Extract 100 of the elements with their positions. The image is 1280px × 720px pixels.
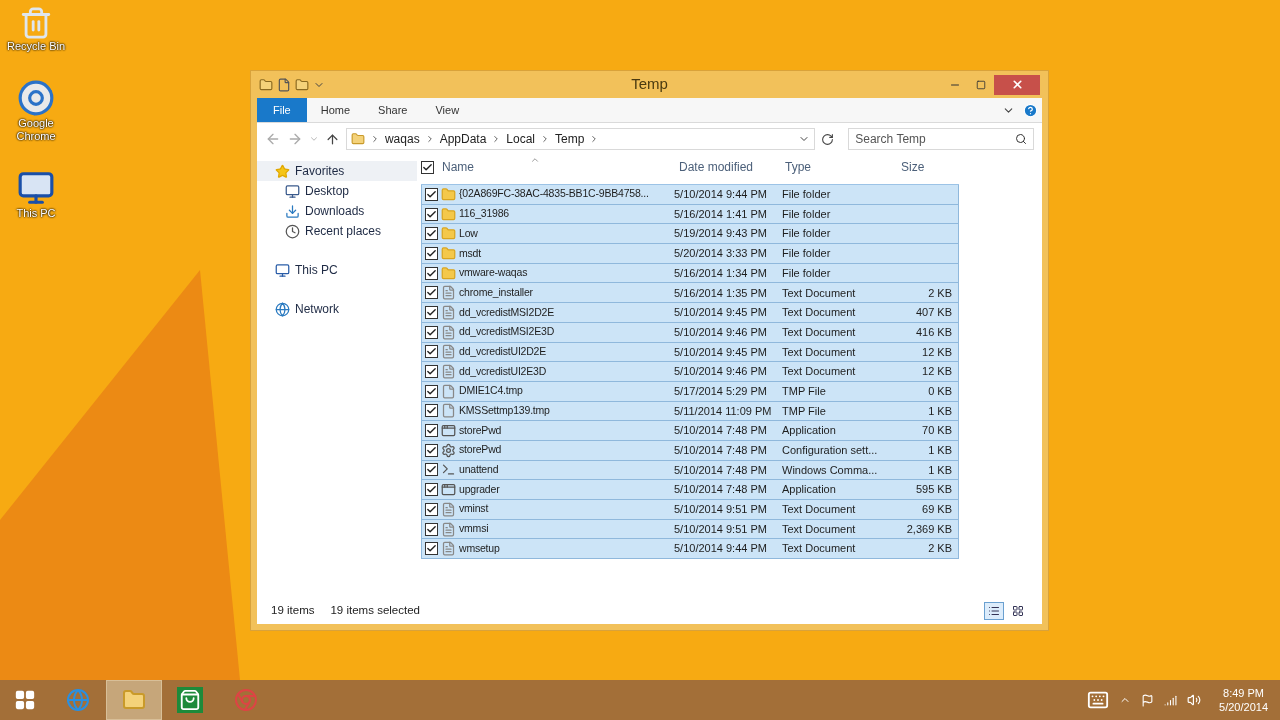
date-cell-text: 5/10/2014 7:48 PM (674, 482, 768, 498)
type-cell-text: Application (782, 482, 837, 498)
checkbox[interactable] (425, 305, 438, 319)
clock-icon (285, 223, 300, 239)
details-view-button[interactable] (984, 602, 1004, 620)
folder-icon[interactable] (259, 77, 273, 92)
windows-logo-icon (14, 689, 36, 711)
checkbox[interactable] (425, 227, 438, 241)
type-cell-text: Text Document (782, 502, 857, 518)
clock-time[interactable]: 8:49 PM (1223, 686, 1264, 700)
file-row[interactable]: msdt 5/20/2014 3:33 PM File folder (421, 244, 959, 264)
file-row[interactable]: vminst 5/10/2014 9:51 PM Text Document 69 KB (421, 500, 959, 520)
file-row[interactable]: DMIE1C4.tmp 5/17/2014 5:29 PM TMP File 0 KB (421, 381, 959, 402)
date-cell-text: 5/10/2014 7:48 PM (674, 443, 768, 459)
folder-icon (441, 206, 456, 222)
up-icon[interactable] (324, 131, 340, 147)
file-row[interactable]: {02A869FC-38AC-4835-BB1C-9BB4758... 5/10/2014 9:44 PM File folder (421, 185, 959, 205)
file-row[interactable]: KMSSettmp139.tmp 5/11/2014 11:09 PM TMP File 1 KB (421, 401, 959, 422)
breadcrumb[interactable]: Local (506, 130, 535, 148)
file-row[interactable]: storePwd 5/10/2014 7:48 PM Application 70 KB (421, 421, 959, 441)
nav-item[interactable]: Network (257, 299, 417, 319)
close-button[interactable] (994, 74, 1040, 95)
checkbox[interactable] (425, 246, 438, 260)
checkbox[interactable] (425, 424, 438, 438)
file-name: vmware-waqas (459, 265, 528, 281)
ribbon-tab[interactable]: File (257, 98, 307, 122)
file-name: dd_vcredistMSI2D2E (459, 304, 555, 320)
search-field[interactable]: Search Temp (848, 128, 1034, 150)
network-icon[interactable] (1164, 693, 1178, 707)
date-cell-text: 5/16/2014 1:35 PM (674, 285, 768, 301)
type-cell-text: TMP File (782, 403, 827, 419)
type-cell-text: Text Document (782, 324, 857, 340)
size-cell-text: 12 KB (921, 344, 952, 360)
text-file-icon (441, 364, 456, 380)
refresh-icon[interactable] (821, 132, 835, 146)
checkbox[interactable] (425, 542, 438, 556)
breadcrumb[interactable]: Temp (555, 130, 585, 148)
type-cell-text: File folder (782, 226, 832, 242)
file-row[interactable]: 116_31986 5/16/2014 1:41 PM File folder (421, 204, 959, 225)
help-icon[interactable] (1023, 102, 1038, 118)
file-row[interactable]: unattend 5/10/2014 7:48 PM Windows Comma... 1 KB (421, 460, 959, 481)
nav-item[interactable]: Favorites (257, 161, 417, 181)
file-row[interactable]: dd_vcredistMSI2E3D 5/10/2014 9:46 PM Text Document 416 KB (421, 322, 959, 343)
ribbon-tab[interactable]: View (421, 98, 474, 122)
column-header[interactable]: Size (895, 155, 955, 179)
file-row[interactable]: upgrader 5/10/2014 7:48 PM Application 595 KB (421, 480, 959, 500)
date-cell-text: 5/10/2014 9:51 PM (674, 502, 768, 518)
flag-icon[interactable] (1141, 693, 1155, 707)
column-header[interactable]: Name (434, 155, 673, 179)
checkbox[interactable] (425, 325, 438, 339)
address-bar[interactable]: waqas AppData Local Temp (345, 128, 816, 150)
text-file-icon (441, 344, 456, 360)
clock-date[interactable]: 5/20/2014 (1219, 700, 1268, 714)
checkbox[interactable] (425, 502, 438, 516)
file-row[interactable]: dd_vcredistUI2D2E 5/10/2014 9:45 PM Text Document 12 KB (421, 342, 959, 363)
size-cell-text: 0 KB (927, 383, 952, 399)
checkbox[interactable] (425, 443, 438, 457)
checkbox[interactable] (425, 522, 438, 536)
checkbox[interactable] (425, 463, 438, 477)
file-row[interactable]: dd_vcredistUI2E3D 5/10/2014 9:46 PM Text Document 12 KB (421, 362, 959, 382)
file-name: unattend (459, 462, 499, 478)
search-input[interactable]: Search Temp (855, 130, 1015, 148)
nav-item[interactable]: Downloads (257, 201, 417, 221)
file-row[interactable]: chrome_installer 5/16/2014 1:35 PM Text Document 2 KB (421, 283, 959, 304)
checkbox[interactable] (425, 483, 438, 497)
file-row[interactable]: dd_vcredistMSI2D2E 5/10/2014 9:45 PM Text Document 407 KB (421, 303, 959, 323)
breadcrumb[interactable]: AppData (439, 130, 487, 148)
file-row[interactable]: vmmsi 5/10/2014 9:51 PM Text Document 2,369 KB (421, 519, 959, 540)
checkbox[interactable] (425, 266, 438, 280)
gear-icon (441, 442, 456, 458)
checkbox[interactable] (425, 286, 438, 300)
checkbox[interactable] (425, 404, 438, 418)
keyboard-icon[interactable] (1087, 689, 1110, 711)
nav-item[interactable]: Desktop (257, 181, 417, 201)
checkbox[interactable] (425, 345, 438, 359)
breadcrumb[interactable]: waqas (384, 130, 420, 148)
ribbon-tab[interactable]: Home (306, 98, 365, 122)
nav-item[interactable]: This PC (257, 260, 417, 280)
type-cell-text: TMP File (782, 383, 827, 399)
file-row[interactable]: Low 5/19/2014 9:43 PM File folder (421, 224, 959, 245)
file-row[interactable]: wmsetup 5/10/2014 9:44 PM Text Document 2 KB (421, 539, 959, 560)
file-row[interactable]: vmware-waqas 5/16/2014 1:34 PM File folder (421, 263, 959, 284)
blank-file-icon (441, 383, 456, 399)
folder-icon (441, 265, 456, 281)
nav-item[interactable]: Recent places (257, 221, 417, 241)
search-icon[interactable] (1015, 133, 1027, 145)
type-cell-text: Configuration sett... (782, 443, 879, 459)
file-name: {02A869FC-38AC-4835-BB1C-9BB4758... (459, 186, 649, 202)
file-name: storePwd (459, 442, 502, 458)
file-row[interactable]: storePwd 5/10/2014 7:48 PM Configuration sett... 1 KB (421, 440, 959, 461)
column-header[interactable]: Date modified (673, 155, 779, 179)
size-cell-text: 416 KB (914, 324, 952, 340)
speaker-icon[interactable] (1187, 693, 1202, 707)
checkbox[interactable] (425, 207, 438, 221)
checkbox[interactable] (425, 187, 438, 201)
checkbox[interactable] (425, 384, 438, 398)
checkbox[interactable] (425, 365, 438, 379)
column-header[interactable]: Type (779, 155, 895, 179)
ribbon-tab[interactable]: Share (364, 98, 422, 122)
checkbox[interactable] (421, 160, 434, 174)
